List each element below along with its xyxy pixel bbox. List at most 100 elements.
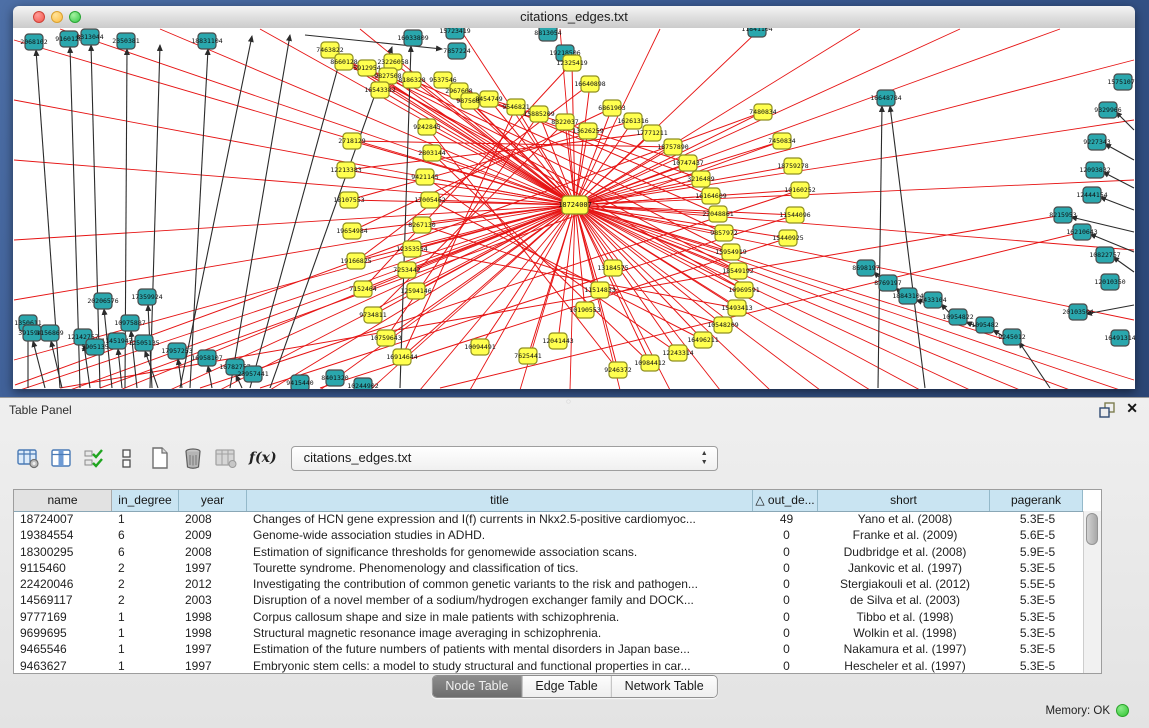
cell-name[interactable]: 22420046 [14, 576, 112, 592]
column-header-pagerank[interactable]: pagerank [990, 490, 1083, 511]
cell-title[interactable]: Disruption of a novel member of a sodium… [247, 592, 753, 608]
cell-short[interactable]: de Silva et al. (2003) [818, 592, 990, 608]
scrollbar-thumb[interactable] [1086, 513, 1098, 545]
table-row[interactable]: 977716911998Corpus callosum shape and si… [14, 609, 1084, 625]
table-row[interactable]: 2242004622012Investigating the contribut… [14, 576, 1084, 592]
validate-columns-icon[interactable] [82, 446, 106, 470]
cell-in-degree[interactable]: 2 [112, 592, 179, 608]
cell-title[interactable]: Corpus callosum shape and size in male p… [247, 609, 753, 625]
cell-in-degree[interactable]: 6 [112, 527, 179, 543]
network-window-titlebar[interactable]: citations_edges.txt [13, 6, 1135, 29]
tab-edge-table[interactable]: Edge Table [522, 676, 611, 697]
cell-name[interactable]: 9465546 [14, 641, 112, 657]
cell-in-degree[interactable]: 2 [112, 576, 179, 592]
red-citation-edge[interactable] [440, 232, 1082, 388]
cell-pagerank[interactable]: 5.3E-5 [990, 592, 1083, 608]
cell-pagerank[interactable]: 5.3E-5 [990, 625, 1083, 641]
cell-pagerank[interactable]: 5.3E-5 [990, 609, 1083, 625]
black-citation-edge[interactable] [180, 36, 252, 388]
cell-year[interactable]: 1997 [179, 641, 247, 657]
cell-in-degree[interactable]: 2 [112, 560, 179, 576]
cell-name[interactable]: 19384554 [14, 527, 112, 543]
network-canvas[interactable]: 2068102916012883130442350381188311041603… [13, 28, 1135, 389]
cell-title[interactable]: Investigating the contribution of common… [247, 576, 753, 592]
new-table-icon[interactable] [148, 446, 172, 470]
cell-title[interactable]: Embryonic stem cells: a model to study s… [247, 658, 753, 673]
cell-year[interactable]: 2008 [179, 511, 247, 527]
red-citation-edge[interactable] [575, 205, 678, 353]
cell-name[interactable]: 18300295 [14, 544, 112, 560]
cell-out-de[interactable]: 49 [753, 511, 818, 527]
cell-out-de[interactable]: 0 [753, 560, 818, 576]
cell-year[interactable]: 1998 [179, 609, 247, 625]
cell-pagerank[interactable]: 5.3E-5 [990, 511, 1083, 527]
table-vertical-scrollbar[interactable] [1083, 511, 1101, 673]
cell-short[interactable]: Dudbridge et al. (2008) [818, 544, 990, 560]
cell-title[interactable]: Changes of HCN gene expression and I(f) … [247, 511, 753, 527]
cell-in-degree[interactable]: 1 [112, 625, 179, 641]
tab-node-table[interactable]: Node Table [432, 676, 522, 697]
cell-name[interactable]: 18724007 [14, 511, 112, 527]
float-panel-icon[interactable] [1099, 402, 1115, 418]
cell-short[interactable]: Nakamura et al. (1997) [818, 641, 990, 657]
cell-title[interactable]: Estimation of significance thresholds fo… [247, 544, 753, 560]
cell-title[interactable]: Structural magnetic resonance image aver… [247, 625, 753, 641]
cell-pagerank[interactable]: 5.6E-5 [990, 527, 1083, 543]
split-pane-grip[interactable]: ◌ [566, 399, 580, 404]
close-panel-icon[interactable]: ✕ [1126, 400, 1138, 417]
cell-short[interactable]: Wolkin et al. (1998) [818, 625, 990, 641]
cell-title[interactable]: Estimation of the future numbers of pati… [247, 641, 753, 657]
row-height-icon[interactable] [115, 446, 139, 470]
table-settings-icon[interactable] [16, 446, 40, 470]
cell-year[interactable]: 1997 [179, 560, 247, 576]
cell-in-degree[interactable]: 1 [112, 609, 179, 625]
cell-pagerank[interactable]: 5.5E-5 [990, 576, 1083, 592]
column-header-name[interactable]: name [14, 490, 112, 511]
cell-short[interactable]: Franke et al. (2009) [818, 527, 990, 543]
black-citation-edge[interactable] [1116, 112, 1134, 130]
cell-pagerank[interactable]: 5.9E-5 [990, 544, 1083, 560]
cell-name[interactable]: 9463627 [14, 658, 112, 673]
table-selector-combobox[interactable]: citations_edges.txt ▲▼ [291, 446, 718, 471]
cell-year[interactable]: 2012 [179, 576, 247, 592]
table-row[interactable]: 946554611997Estimation of the future num… [14, 641, 1084, 657]
cell-short[interactable]: Tibbo et al. (1998) [818, 609, 990, 625]
black-citation-edge[interactable] [230, 35, 290, 388]
cell-out-de[interactable]: 0 [753, 544, 818, 560]
black-citation-edge[interactable] [190, 49, 208, 388]
cell-name[interactable]: 9115460 [14, 560, 112, 576]
cell-short[interactable]: Stergiakouli et al. (2012) [818, 576, 990, 592]
cell-pagerank[interactable]: 5.3E-5 [990, 641, 1083, 657]
cell-short[interactable]: Yano et al. (2008) [818, 511, 990, 527]
cell-out-de[interactable]: 0 [753, 609, 818, 625]
cell-year[interactable]: 2008 [179, 544, 247, 560]
cell-title[interactable]: Genome-wide association studies in ADHD. [247, 527, 753, 543]
cell-name[interactable]: 14569117 [14, 592, 112, 608]
cell-pagerank[interactable]: 5.3E-5 [990, 560, 1083, 576]
black-citation-edge[interactable] [890, 106, 925, 388]
cell-out-de[interactable]: 0 [753, 527, 818, 543]
column-header-in-degree[interactable]: in_degree [112, 490, 179, 511]
column-header-title[interactable]: title [247, 490, 753, 511]
cell-short[interactable]: Hescheler et al. (1997) [818, 658, 990, 673]
cell-short[interactable]: Jankovic et al. (1997) [818, 560, 990, 576]
table-row[interactable]: 1938455462009Genome-wide association stu… [14, 527, 1084, 543]
cell-year[interactable]: 1997 [179, 658, 247, 673]
table-row[interactable]: 911546021997Tourette syndrome. Phenomeno… [14, 560, 1084, 576]
column-header-year[interactable]: year [179, 490, 247, 511]
black-citation-edge[interactable] [33, 341, 45, 388]
cell-name[interactable]: 9699695 [14, 625, 112, 641]
tab-network-table[interactable]: Network Table [612, 676, 717, 697]
cell-year[interactable]: 2009 [179, 527, 247, 543]
column-header-out-de[interactable]: △ out_de... [753, 490, 818, 511]
table-row[interactable]: 946362711997Embryonic stem cells: a mode… [14, 658, 1084, 673]
select-columns-icon[interactable] [49, 446, 73, 470]
cell-out-de[interactable]: 0 [753, 576, 818, 592]
table-row[interactable]: 1830029562008Estimation of significance … [14, 544, 1084, 560]
black-citation-edge[interactable] [1105, 144, 1134, 160]
cell-pagerank[interactable]: 5.3E-5 [990, 658, 1083, 673]
table-row[interactable]: 969969511998Structural magnetic resonanc… [14, 625, 1084, 641]
black-citation-edge[interactable] [1113, 257, 1134, 272]
function-builder-icon[interactable]: f(x) [249, 450, 277, 466]
cell-out-de[interactable]: 0 [753, 592, 818, 608]
